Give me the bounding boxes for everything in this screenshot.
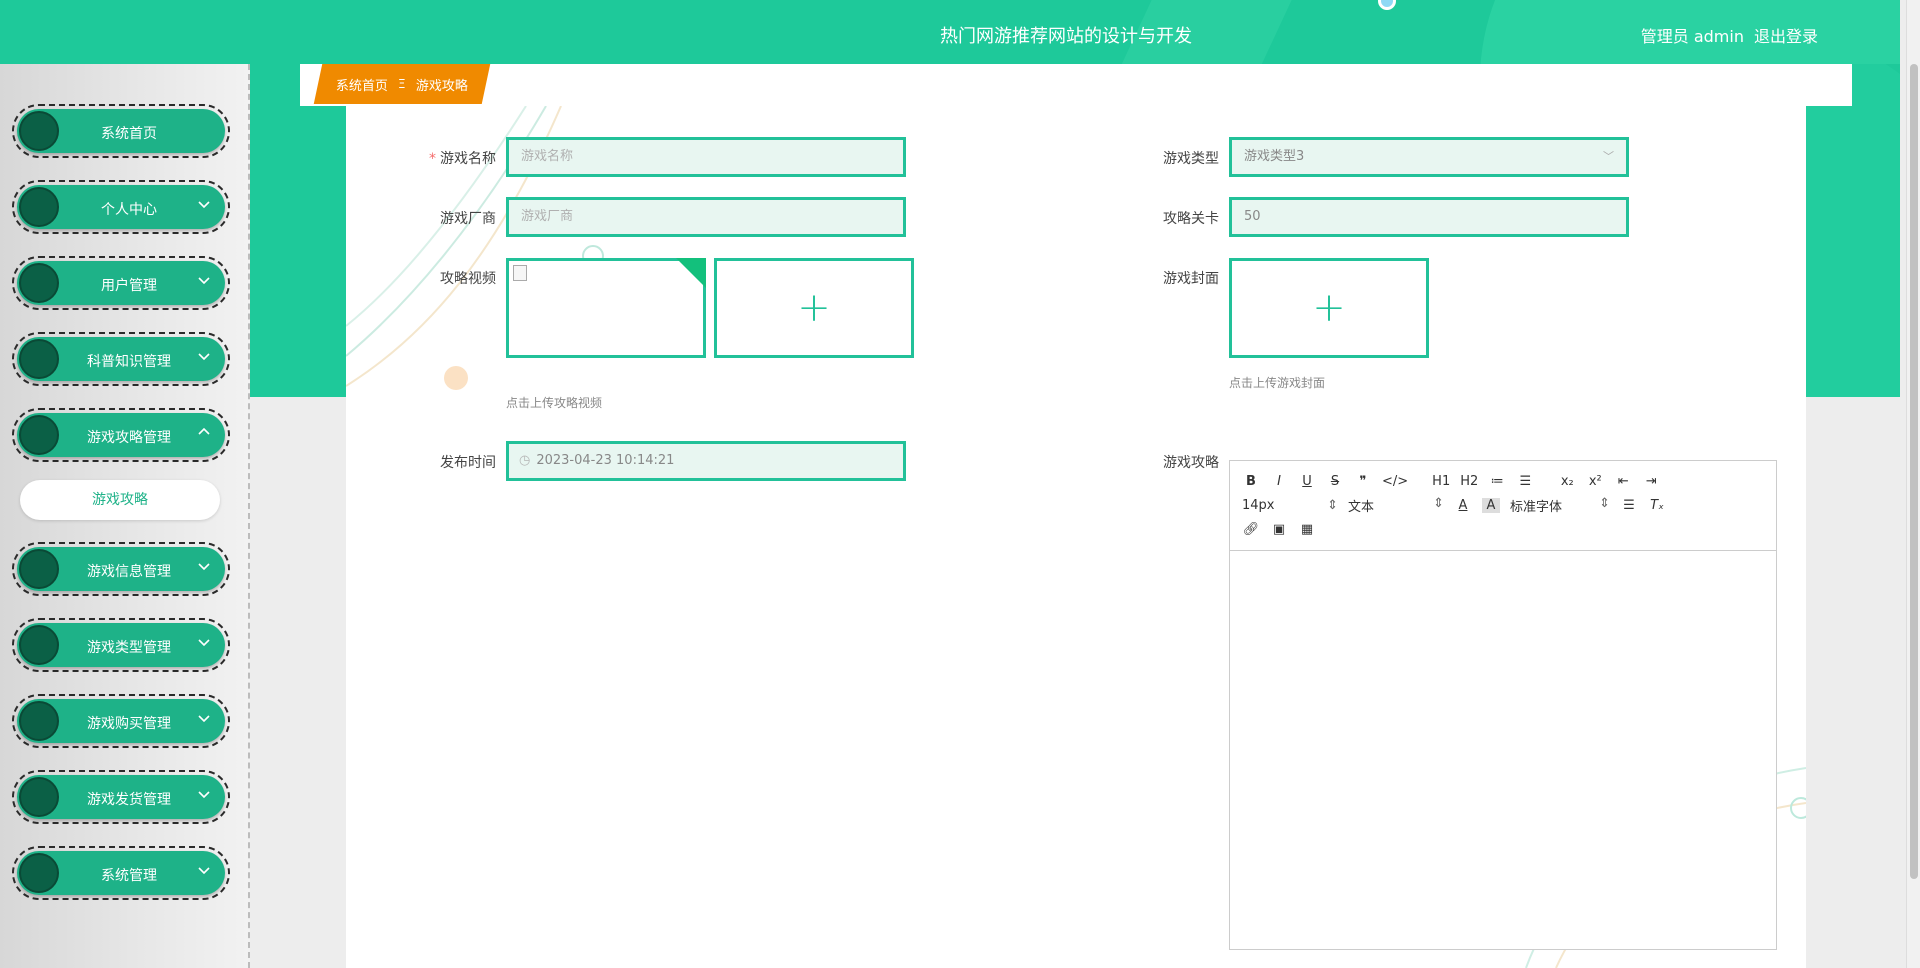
sidebar-item-label: 个人中心 xyxy=(101,202,157,218)
sidebar-item-guides[interactable]: 游戏攻略管理 xyxy=(12,408,230,462)
sidebar-item-shipping[interactable]: 游戏发货管理 xyxy=(12,770,230,824)
form-card: * 游戏名称 游戏名称 游戏厂商 游戏厂商 攻略视频 + 点击上传攻略视频 发布时… xyxy=(346,106,1806,968)
user-info: 管理员 admin 退出登录 xyxy=(1641,23,1818,47)
font-color-icon[interactable]: A xyxy=(1454,498,1472,513)
chevron-down-icon: ﹀ xyxy=(1603,150,1614,163)
font-family-select[interactable]: 标准字体 ⇕ xyxy=(1510,496,1610,515)
guide-video-hint: 点击上传攻略视频 xyxy=(506,396,603,410)
chevron-down-icon xyxy=(197,349,213,365)
game-vendor-input[interactable]: 游戏厂商 xyxy=(506,197,906,237)
publish-time-label: 发布时间 xyxy=(440,455,496,471)
breadcrumb: 系统首页 Ξ 游戏攻略 xyxy=(313,64,490,104)
game-name-input[interactable]: 游戏名称 xyxy=(506,137,906,177)
breadcrumb-current: 游戏攻略 xyxy=(415,78,468,94)
game-guide-label: 游戏攻略 xyxy=(1163,455,1219,471)
sidebar-item-label: 系统首页 xyxy=(101,126,157,142)
sidebar-item-profile[interactable]: 个人中心 xyxy=(12,180,230,234)
plus-icon: + xyxy=(1312,285,1346,331)
submenu-item-game-guide[interactable]: 游戏攻略 xyxy=(20,480,220,520)
sidebar-item-purchases[interactable]: 游戏购买管理 xyxy=(12,694,230,748)
clear-format-icon[interactable]: Tₓ xyxy=(1648,498,1666,513)
align-icon[interactable]: ☰ xyxy=(1620,498,1638,513)
chevron-down-icon xyxy=(197,635,213,651)
publish-time-input[interactable]: ◷ 2023-04-23 10:14:21 xyxy=(506,441,906,481)
game-cover-hint: 点击上传游戏封面 xyxy=(1229,376,1326,390)
italic-icon[interactable]: I xyxy=(1270,474,1288,489)
app-title: 热门网游推荐网站的设计与开发 xyxy=(940,26,1192,47)
indent-icon[interactable]: ⇥ xyxy=(1642,474,1660,489)
sidebar-item-label: 游戏类型管理 xyxy=(87,640,171,656)
breadcrumb-bar: 系统首页 Ξ 游戏攻略 xyxy=(300,64,1852,106)
guide-level-input[interactable]: 50 xyxy=(1229,197,1629,237)
sidebar-item-science[interactable]: 科普知识管理 xyxy=(12,332,230,386)
superscript-icon[interactable]: x² xyxy=(1586,474,1604,489)
sidebar-item-system[interactable]: 系统管理 xyxy=(12,846,230,900)
toolbar-row-insert: 🔗︎ ▣ ▦ xyxy=(1242,517,1764,541)
heading2-icon[interactable]: H2 xyxy=(1460,474,1478,489)
chevron-down-icon xyxy=(197,787,213,803)
rich-text-editor: B I U S ❞ </> H1 H2 ≔ ☰ x₂ x² ⇤ ⇥ 14px ⇕ 文本 ⇕ A A 标准字体 ⇕… xyxy=(1229,460,1777,950)
image-icon[interactable]: ▣ xyxy=(1270,522,1288,537)
chevron-down-icon xyxy=(197,273,213,289)
chevron-down-icon xyxy=(197,197,213,213)
strikethrough-icon[interactable]: S xyxy=(1326,474,1344,489)
sidebar-item-users[interactable]: 用户管理 xyxy=(12,256,230,310)
game-cover-upload-button[interactable]: + xyxy=(1229,258,1429,358)
game-type-select[interactable]: 游戏类型3 ﹀ xyxy=(1229,137,1629,177)
subscript-icon[interactable]: x₂ xyxy=(1558,474,1576,489)
plus-icon: + xyxy=(797,285,831,331)
editor-content-area[interactable] xyxy=(1230,551,1776,949)
header-decoration xyxy=(1378,0,1396,10)
sidebar-item-game-types[interactable]: 游戏类型管理 xyxy=(12,618,230,672)
quote-icon[interactable]: ❞ xyxy=(1354,474,1372,489)
page-scrollbar[interactable] xyxy=(1906,0,1920,968)
chevron-down-icon xyxy=(197,559,213,575)
breadcrumb-separator: Ξ xyxy=(398,77,406,91)
sidebar-item-label: 系统管理 xyxy=(101,868,157,884)
outdent-icon[interactable]: ⇤ xyxy=(1614,474,1632,489)
ordered-list-icon[interactable]: ≔ xyxy=(1488,474,1506,489)
video-icon[interactable]: ▦ xyxy=(1298,522,1316,537)
sidebar-item-label: 游戏攻略管理 xyxy=(87,430,171,446)
bullet-list-icon[interactable]: ☰ xyxy=(1516,474,1534,489)
toolbar-row-style: 14px ⇕ 文本 ⇕ A A 标准字体 ⇕ ☰ Tₓ xyxy=(1242,493,1764,517)
toolbar-row-format: B I U S ❞ </> H1 H2 ≔ ☰ x₂ x² ⇤ ⇥ xyxy=(1242,469,1764,493)
game-name-label: * 游戏名称 xyxy=(429,151,496,167)
chevron-down-icon xyxy=(197,863,213,879)
sidebar-item-game-info[interactable]: 游戏信息管理 xyxy=(12,542,230,596)
required-mark: * xyxy=(429,151,436,167)
guide-video-upload-button[interactable]: + xyxy=(714,258,914,358)
chevron-down-icon xyxy=(197,711,213,727)
broken-image-icon xyxy=(513,265,527,281)
guide-level-label: 攻略关卡 xyxy=(1163,211,1219,227)
sidebar-item-label: 游戏发货管理 xyxy=(87,792,171,808)
block-type-select[interactable]: 文本 ⇕ xyxy=(1348,496,1444,515)
logout-link[interactable]: 退出登录 xyxy=(1754,23,1818,47)
sidebar-item-label: 用户管理 xyxy=(101,278,157,294)
link-icon[interactable]: 🔗︎ xyxy=(1242,522,1260,537)
game-vendor-label: 游戏厂商 xyxy=(440,211,496,227)
game-cover-label: 游戏封面 xyxy=(1163,271,1219,287)
heading1-icon[interactable]: H1 xyxy=(1432,474,1450,489)
sidebar-item-label: 科普知识管理 xyxy=(87,354,171,370)
scrollbar-thumb[interactable] xyxy=(1910,64,1918,879)
clock-icon: ◷ xyxy=(519,453,531,468)
user-label: 管理员 admin xyxy=(1640,27,1744,46)
sidebar-item-label: 游戏购买管理 xyxy=(87,716,171,732)
game-type-label: 游戏类型 xyxy=(1163,151,1219,167)
editor-toolbar: B I U S ❞ </> H1 H2 ≔ ☰ x₂ x² ⇤ ⇥ 14px ⇕ 文本 ⇕ A A 标准字体 ⇕… xyxy=(1230,461,1776,551)
chevron-up-icon xyxy=(197,425,213,441)
sidebar-item-label: 游戏信息管理 xyxy=(87,564,171,580)
top-header: 热门网游推荐网站的设计与开发 管理员 admin 退出登录 xyxy=(0,0,1900,64)
code-icon[interactable]: </> xyxy=(1382,474,1408,489)
sidebar-item-home[interactable]: 系统首页 xyxy=(12,104,230,158)
guide-video-preview[interactable] xyxy=(506,258,706,358)
bold-icon[interactable]: B xyxy=(1242,474,1260,489)
guide-video-label: 攻略视频 xyxy=(440,271,496,287)
underline-icon[interactable]: U xyxy=(1298,474,1316,489)
breadcrumb-home[interactable]: 系统首页 xyxy=(336,75,388,94)
font-size-select[interactable]: 14px ⇕ xyxy=(1242,498,1338,513)
background-color-icon[interactable]: A xyxy=(1482,497,1500,513)
upload-success-tag xyxy=(676,258,706,288)
